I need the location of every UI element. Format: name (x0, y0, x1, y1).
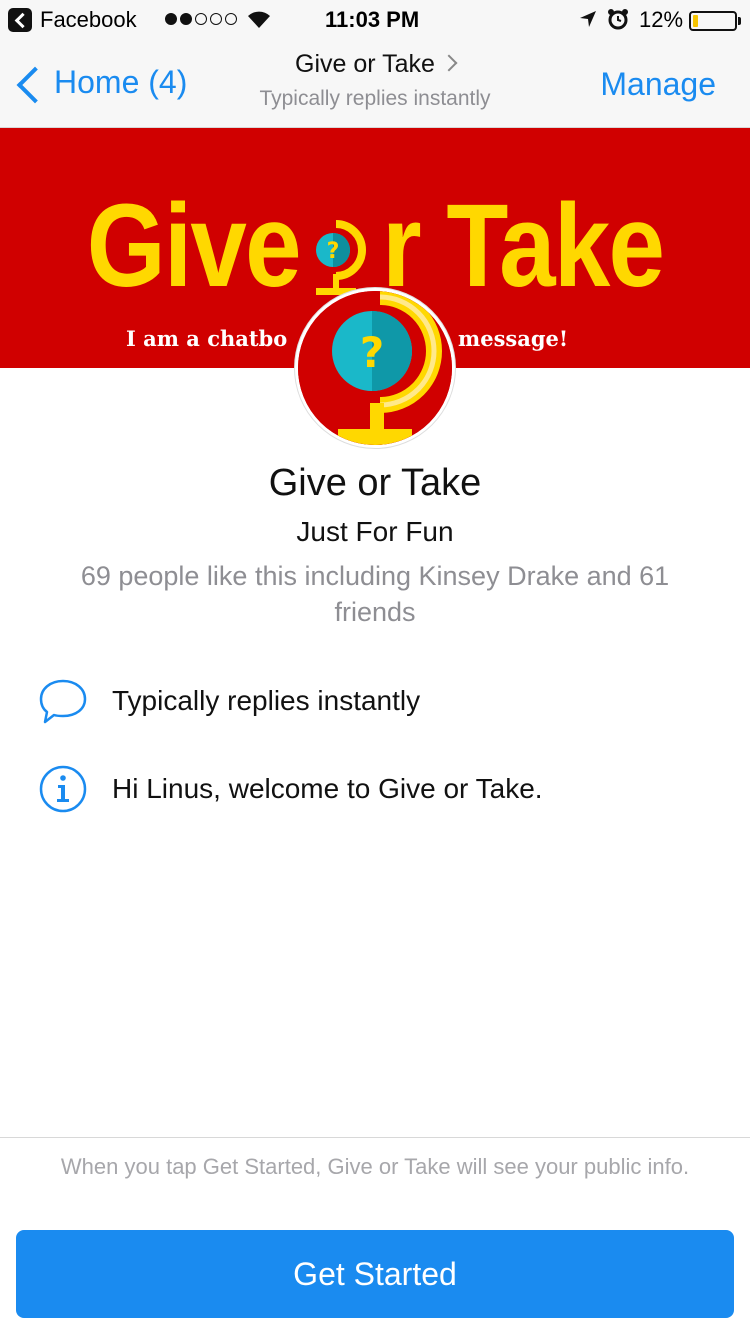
footer-divider (0, 1137, 750, 1138)
greeting-text: Hi Linus, welcome to Give or Take. (112, 773, 543, 804)
signal-dot (225, 13, 237, 25)
back-to-app-icon[interactable] (8, 8, 32, 32)
back-button[interactable]: Home (4) (14, 62, 187, 102)
chevron-right-icon (440, 54, 458, 72)
banner-tagline-left: I am a chatbo (126, 326, 288, 351)
back-button-label: Home (4) (54, 63, 188, 100)
response-time-row: Typically replies instantly (38, 676, 420, 726)
location-arrow-icon (580, 11, 596, 27)
manage-button[interactable]: Manage (600, 66, 716, 103)
battery-icon (689, 11, 737, 31)
globe-question-icon: ? (298, 291, 452, 445)
wifi-icon (248, 11, 270, 28)
info-icon (39, 765, 87, 813)
battery-tip (738, 17, 741, 25)
response-time-text: Typically replies instantly (112, 685, 421, 716)
signal-dot (210, 13, 222, 25)
svg-text:?: ? (327, 239, 340, 264)
signal-dot (180, 13, 192, 25)
banner-title-right: r Take (382, 180, 665, 312)
conversation-title-text: Give or Take (295, 50, 435, 78)
banner-title-left: Give (86, 180, 327, 312)
get-started-button[interactable]: Get Started (16, 1230, 734, 1318)
page-name: Give or Take (268, 462, 482, 504)
navigation-bar: Home (4) Give or Take Typically replies … (0, 40, 750, 128)
page-category: Just For Fun (296, 516, 454, 547)
banner-tagline-right: message! (458, 326, 569, 351)
globe-question-icon: ? (316, 220, 366, 295)
conversation-header[interactable]: Give or Take Typically replies instantly (200, 50, 550, 111)
alarm-clock-icon (608, 9, 628, 30)
signal-dot (195, 13, 207, 25)
status-time: 11:03 PM (325, 7, 420, 32)
status-app-name[interactable]: Facebook (40, 7, 137, 33)
greeting-row: Hi Linus, welcome to Give or Take. (38, 764, 543, 814)
speech-bubble-icon (39, 679, 87, 724)
battery-percentage: 12% (639, 7, 684, 32)
page-likes: 69 people like this including Kinsey Dra… (80, 561, 670, 627)
signal-dot (165, 13, 177, 25)
profile-avatar[interactable]: ? (295, 288, 455, 448)
status-bar: Facebook 11:03 PM 12% (0, 0, 750, 40)
battery-level (693, 15, 698, 27)
privacy-disclaimer: When you tap Get Started, Give or Take w… (60, 1154, 690, 1179)
chevron-left-icon (14, 62, 40, 102)
svg-text:?: ? (360, 328, 384, 377)
conversation-subtitle: Typically replies instantly (259, 87, 491, 110)
signal-strength-icon (165, 13, 237, 25)
conversation-title: Give or Take (200, 50, 550, 79)
